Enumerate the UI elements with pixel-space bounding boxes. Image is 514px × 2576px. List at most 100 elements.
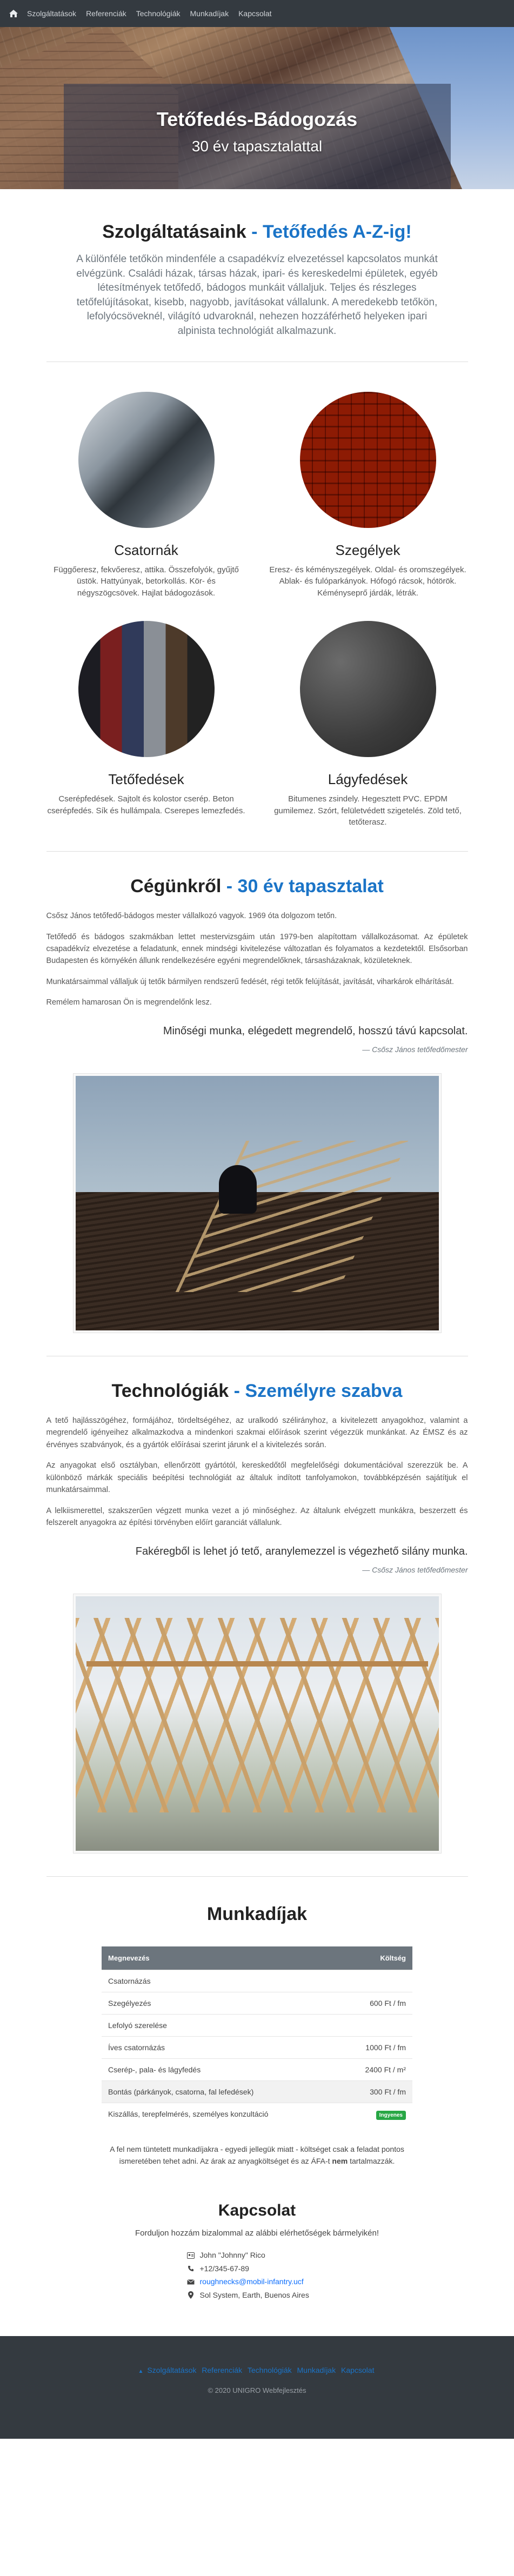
hero-overlay (64, 84, 451, 189)
copyright-text: © 2020 UNIGRO Webfejlesztés (208, 2386, 306, 2395)
contact-section: Kapcsolat Forduljon hozzám bizalommal az… (46, 2202, 468, 2301)
contact-phone[interactable]: +12/345-67-89 (200, 2262, 249, 2276)
about-section: Cégünkről - 30 év tapasztalat Csősz Jáno… (46, 876, 468, 1356)
column-header-cost: Költség (338, 1946, 412, 1970)
technology-paragraph: A tető hajlásszögéhez, formájához, törde… (46, 1416, 468, 1449)
nav-link-contact[interactable]: Kapcsolat (236, 9, 273, 18)
contact-phone-row: +12/345-67-89 (187, 2262, 328, 2276)
id-card-icon (186, 2252, 195, 2259)
table-row: Bontás (párkányok, csatorna, fal lefedés… (102, 2080, 412, 2103)
contact-address-row: Sol System, Earth, Buenos Aires (187, 2289, 328, 2302)
footer-bullet-icon: ▲ (138, 2368, 144, 2375)
column-header-name: Megnevezés (102, 1946, 339, 1970)
ridge-beam-shape (86, 1661, 428, 1667)
service-description: Függőeresz, fekvőeresz, attika. Összefol… (54, 565, 239, 598)
price-item-cost: 300 Ft / fm (338, 2080, 412, 2103)
divider (46, 1876, 468, 1877)
services-title-main: Szolgáltatásaink (102, 222, 246, 242)
prices-note-end: tartalmazzák. (350, 2157, 395, 2166)
technology-paragraph: Az anyagokat első osztályban, ellenőrzöt… (46, 1461, 468, 1495)
footer-link-prices[interactable]: Munkadíjak (297, 2366, 336, 2374)
service-title: Csatornák (114, 541, 178, 558)
footer-link-contact[interactable]: Kapcsolat (341, 2366, 374, 2374)
page-footer: ▲ Szolgáltatások Referenciák Technológiá… (0, 2336, 514, 2439)
divider (46, 851, 468, 852)
contact-list: John "Johnny" Rico +12/345-67-89 roughne… (186, 2249, 328, 2302)
technology-quote-author: — Csősz János tetőfedőmester (362, 1565, 468, 1574)
prices-table: Megnevezés Költség Csatornázás Szegélyez… (102, 1946, 412, 2125)
table-row: Íves csatornázás 1000 Ft / fm (102, 2036, 412, 2059)
home-icon[interactable] (8, 8, 19, 19)
service-card-flashings: Szegélyek Eresz- és kéményszegélyek. Old… (268, 391, 468, 599)
prices-note-bold: nem (332, 2157, 348, 2166)
service-card-gutters: Csatornák Függőeresz, fekvőeresz, attika… (46, 391, 246, 599)
about-title: Cégünkről - 30 év tapasztalat (46, 876, 468, 897)
footer-link-services[interactable]: Szolgáltatások (147, 2366, 196, 2374)
service-description: Bitumenes zsindely. Hegesztett PVC. EPDM… (274, 794, 462, 827)
price-item-name: Kiszállás, terepfelmérés, személyes konz… (102, 2102, 339, 2125)
footer-link-technologies[interactable]: Technológiák (248, 2366, 292, 2374)
hero-title: Tetőfedés-Bádogozás (156, 108, 358, 130)
contact-title: Kapcsolat (218, 2202, 296, 2220)
table-header-row: Megnevezés Költség (102, 1946, 412, 1970)
services-title-accent: - Tetőfedés A-Z-ig! (251, 222, 412, 242)
contact-email-link[interactable]: roughnecks@mobil-infantry.ucf (200, 2275, 304, 2289)
price-item-cost: 2400 Ft / m² (338, 2058, 412, 2081)
services-lead: A különféle tetőkön mindenféle a csapadé… (76, 253, 438, 337)
prices-title: Munkadíjak (206, 1903, 308, 1924)
price-item-name: Íves csatornázás (102, 2036, 339, 2059)
nav-link-prices[interactable]: Munkadíjak (188, 9, 231, 18)
prices-section: Munkadíjak Megnevezés Költség Csatornázá… (46, 1904, 468, 2167)
prices-note: A fel nem tüntetett munkadíjakra - egyed… (106, 2143, 409, 2167)
envelope-icon (186, 2278, 195, 2286)
price-item-cost-cell: Ingyenes (338, 2102, 412, 2125)
about-title-main: Cégünkről (130, 876, 222, 897)
main-content: Szolgáltatásaink - Tetőfedés A-Z-ig! A k… (46, 222, 468, 2301)
contact-name-row: John "Johnny" Rico (186, 2249, 328, 2262)
technology-quote: Fakéregből is lehet jó tető, aranylemezz… (135, 1545, 468, 1557)
service-title: Tetőfedések (108, 771, 184, 787)
contact-subtitle: Forduljon hozzám bizalommal az alábbi el… (135, 2229, 379, 2238)
price-item-name: Cserép-, pala- és lágyfedés (102, 2058, 339, 2081)
service-title: Szegélyek (335, 541, 400, 558)
about-paragraph: Tetőfedő és bádogos szakmákban lettet me… (46, 932, 468, 966)
about-paragraph: Munkatársaimmal vállaljuk új tetők bármi… (46, 977, 454, 986)
price-item-name: Szegélyezés (102, 1991, 339, 2015)
nav-link-technologies[interactable]: Technológiák (134, 9, 183, 18)
roof-frame-photo (72, 1593, 442, 1854)
free-badge: Ingyenes (376, 2110, 406, 2120)
footer-link-references[interactable]: Referenciák (202, 2366, 242, 2374)
about-paragraph: Csősz János tetőfedő-bádogos mester váll… (46, 912, 337, 921)
footer-links: ▲ Szolgáltatások Referenciák Technológiá… (0, 2366, 514, 2374)
map-marker-icon (187, 2291, 195, 2299)
service-description: Cserépfedések. Sajtolt és kolostor cseré… (47, 794, 245, 815)
tile-photo (299, 391, 436, 528)
shingle-photo (299, 620, 436, 757)
nav-link-references[interactable]: Referenciák (84, 9, 129, 18)
price-item-cost (338, 1969, 412, 1992)
services-grid: Csatornák Függőeresz, fekvőeresz, attika… (46, 391, 468, 829)
table-row: Kiszállás, terepfelmérés, személyes konz… (102, 2102, 412, 2125)
nav-link-services[interactable]: Szolgáltatások (25, 9, 78, 18)
hero-banner: Tetőfedés-Bádogozás 30 év tapasztalattal (0, 27, 514, 189)
price-item-name: Lefolyó szerelése (102, 2013, 339, 2037)
about-quote: Minőségi munka, elégedett megrendelő, ho… (163, 1025, 468, 1037)
price-item-cost (338, 2013, 412, 2037)
contact-address: Sol System, Earth, Buenos Aires (199, 2290, 309, 2299)
services-section: Szolgáltatásaink - Tetőfedés A-Z-ig! A k… (46, 222, 468, 852)
table-row: Szegélyezés 600 Ft / fm (102, 1991, 412, 2015)
about-title-accent: - 30 év tapasztalat (226, 876, 384, 897)
price-item-name: Csatornázás (102, 1969, 339, 1992)
roof-tiles-photo (78, 620, 215, 757)
gutter-photo (78, 391, 215, 528)
service-description: Eresz- és kéményszegélyek. Oldal- és oro… (269, 565, 466, 598)
contact-email-row: roughnecks@mobil-infantry.ucf (186, 2275, 328, 2289)
about-paragraph: Remélem hamarosan Ön is megrendelőnk les… (46, 998, 212, 1007)
services-title: Szolgáltatásaink - Tetőfedés A-Z-ig! (46, 222, 468, 243)
timber-frame-shape (75, 1617, 439, 1812)
phone-icon (187, 2265, 195, 2272)
price-item-cost: 1000 Ft / fm (338, 2036, 412, 2059)
ladder-shape (175, 1140, 408, 1292)
service-title: Lágyfedések (328, 771, 408, 787)
top-navbar: Szolgáltatások Referenciák Technológiák … (0, 0, 514, 27)
